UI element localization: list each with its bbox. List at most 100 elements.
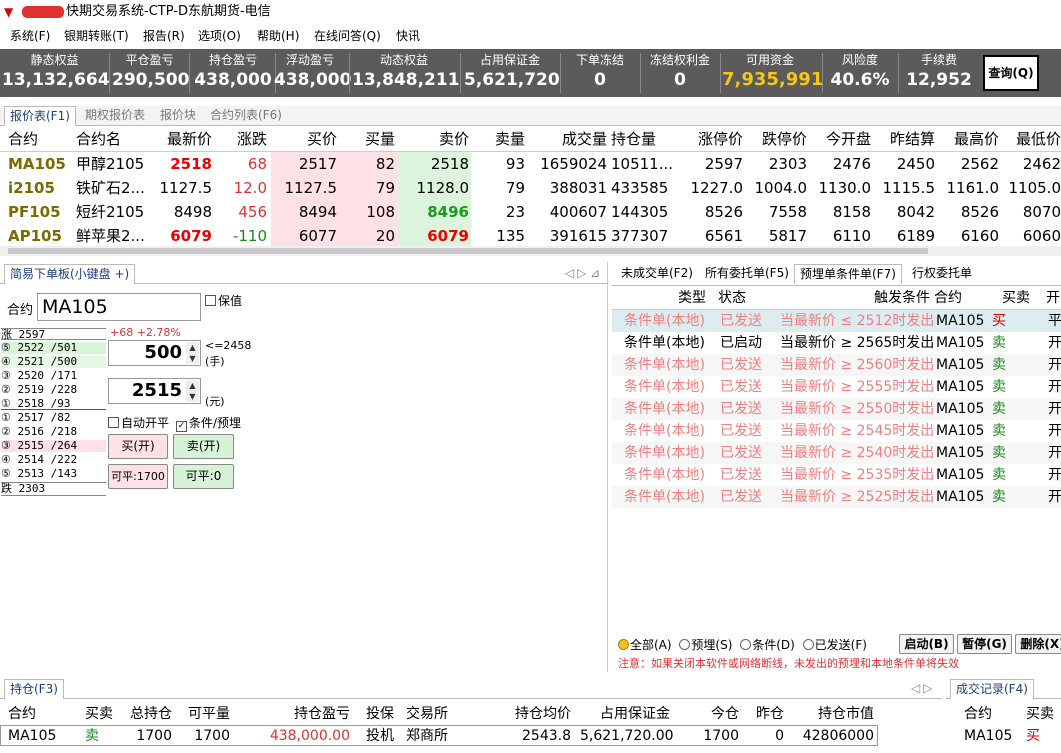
ask-level-5[interactable]: ⑤ 2522 /501 <box>1 342 106 354</box>
quantity-stepper[interactable]: ▲ ▼ <box>186 342 199 364</box>
quote-cell-askvol[interactable]: 23 <box>473 200 525 224</box>
quote-cell-oi[interactable]: 144305 <box>611 200 681 224</box>
quote-cell-name[interactable]: 铁矿石2... <box>76 176 152 200</box>
positions-header-side[interactable]: 买卖 <box>85 703 115 725</box>
quote-cell-low[interactable]: 1105.0 <box>1003 176 1061 200</box>
query-button[interactable]: 查询(Q) <box>983 55 1039 91</box>
close-sell-button[interactable]: 可平:0 <box>173 464 234 489</box>
filter-sent-radio[interactable]: 已发送(F) <box>802 638 867 652</box>
quote-cell-limitup[interactable]: 1227.0 <box>687 176 744 200</box>
positions-header-hedge[interactable]: 投保 <box>366 703 396 725</box>
quote-header-open[interactable]: 今开盘 <box>811 128 871 150</box>
quote-cell-presettle[interactable]: 6189 <box>875 224 935 248</box>
quote-cell-open[interactable]: 2476 <box>811 152 871 176</box>
quote-cell-change[interactable]: 456 <box>215 200 267 224</box>
collapse-icon[interactable]: ⊿ <box>585 264 605 284</box>
quote-cell-volume[interactable]: 400607 <box>529 200 607 224</box>
tab-simple-order[interactable]: 简易下单板(小键盘 +) <box>4 264 136 284</box>
bid-level-3[interactable]: ③ 2515 /264 <box>1 440 106 452</box>
positions-header-exchange[interactable]: 交易所 <box>406 703 456 725</box>
hedge-checkbox[interactable]: 保值 <box>205 292 242 309</box>
quote-header-high[interactable]: 最高价 <box>939 128 999 150</box>
quote-cell-low[interactable]: 2462 <box>1003 152 1061 176</box>
cond-header-offset[interactable]: 开 <box>1046 287 1061 309</box>
positions-header-marketvalue[interactable]: 持仓市值 <box>790 703 874 725</box>
quote-cell-high[interactable]: 8526 <box>939 200 999 224</box>
positions-header-contract[interactable]: 合约 <box>8 703 58 725</box>
start-button[interactable]: 启动(B) <box>899 634 954 654</box>
quote-cell-bidvol[interactable]: 79 <box>341 176 395 200</box>
ask-level-4[interactable]: ④ 2521 /500 <box>1 356 106 368</box>
quote-cell-oi[interactable]: 10511... <box>611 152 681 176</box>
quote-cell-bid[interactable]: 1127.5 <box>271 176 338 200</box>
positions-header-pnl[interactable]: 持仓盈亏 <box>240 703 350 725</box>
quote-header-volume[interactable]: 成交量 <box>529 128 607 150</box>
price-stepper[interactable]: ▲ ▼ <box>186 380 199 402</box>
arrow-right-icon[interactable]: ▷ <box>918 679 937 699</box>
quote-header-low[interactable]: 最低价 <box>1003 128 1061 150</box>
quote-cell-last[interactable]: 8498 <box>154 200 212 224</box>
tab-all-orders[interactable]: 所有委托单(F5) <box>700 264 794 284</box>
delete-button[interactable]: 删除(X) <box>1015 634 1061 654</box>
buy-open-button[interactable]: 买(开) <box>108 434 168 459</box>
quote-cell-limitdown[interactable]: 2303 <box>747 152 807 176</box>
quote-cell-last[interactable]: 1127.5 <box>154 176 213 200</box>
quote-cell-volume[interactable]: 388031 <box>529 176 607 200</box>
quote-cell-limitdown[interactable]: 1004.0 <box>747 176 808 200</box>
quote-cell-open[interactable]: 1130.0 <box>811 176 872 200</box>
tab-preset-conditional[interactable]: 预埋单条件单(F7) <box>794 264 902 284</box>
quote-cell-name[interactable]: 甲醇2105 <box>76 152 152 176</box>
quote-cell-oi[interactable]: 433585 <box>611 176 681 200</box>
quote-cell-ask[interactable]: 6079 <box>399 224 469 248</box>
filter-preset-radio[interactable]: 预埋(S) <box>679 638 732 652</box>
positions-header-today[interactable]: 今仓 <box>680 703 739 725</box>
quote-header-oi[interactable]: 持仓量 <box>611 128 681 150</box>
quote-header-bid[interactable]: 买价 <box>271 128 337 150</box>
tab-unfilled-orders[interactable]: 未成交单(F2) <box>616 264 698 284</box>
quote-cell-askvol[interactable]: 135 <box>473 224 525 248</box>
cond-header-side[interactable]: 买卖 <box>990 287 1030 309</box>
quote-cell-high[interactable]: 6160 <box>939 224 999 248</box>
quote-cell-limitdown[interactable]: 5817 <box>747 224 807 248</box>
cond-header-status[interactable]: 状态 <box>718 287 764 309</box>
quote-cell-limitup[interactable]: 8526 <box>687 200 743 224</box>
quote-cell-bid[interactable]: 8494 <box>271 200 337 224</box>
quote-cell-oi[interactable]: 377307 <box>611 224 681 248</box>
quote-header-ask[interactable]: 卖价 <box>399 128 469 150</box>
quote-cell-ask[interactable]: 1128.0 <box>399 176 470 200</box>
close-buy-button[interactable]: 可平:1700 <box>108 464 168 489</box>
menu-help[interactable]: 帮助(H) <box>257 25 299 47</box>
bid-level-5[interactable]: ⑤ 2513 /143 <box>1 468 106 480</box>
positions-header-yesterday[interactable]: 昨仓 <box>750 703 784 725</box>
quote-cell-bid[interactable]: 6077 <box>271 224 337 248</box>
quote-cell-limitup[interactable]: 2597 <box>687 152 743 176</box>
quote-cell-open[interactable]: 6110 <box>811 224 871 248</box>
sell-open-button[interactable]: 卖(开) <box>173 434 234 459</box>
ask-level-3[interactable]: ③ 2520 /171 <box>1 370 106 382</box>
contract-input[interactable]: MA105 <box>37 293 201 321</box>
quote-header-limitdown[interactable]: 跌停价 <box>747 128 807 150</box>
ask-level-2[interactable]: ② 2519 /228 <box>1 384 106 396</box>
quote-cell-contract[interactable]: i2105 <box>8 176 68 200</box>
quote-cell-bidvol[interactable]: 82 <box>341 152 395 176</box>
bid-level-2[interactable]: ② 2516 /218 <box>1 426 106 438</box>
pause-button[interactable]: 暂停(G) <box>957 634 1012 654</box>
quote-cell-high[interactable]: 2562 <box>939 152 999 176</box>
bid-level-1[interactable]: ① 2517 /82 <box>1 412 106 424</box>
positions-header-avgprice[interactable]: 持仓均价 <box>470 703 571 725</box>
quote-cell-low[interactable]: 8070 <box>1003 200 1061 224</box>
menu-report[interactable]: 报告(R) <box>143 25 185 47</box>
bid-level-4[interactable]: ④ 2514 /222 <box>1 454 106 466</box>
quote-cell-change[interactable]: -110 <box>215 224 267 248</box>
quote-header-change[interactable]: 涨跌 <box>215 128 267 150</box>
positions-header-margin[interactable]: 占用保证金 <box>580 703 670 725</box>
filter-condition-radio[interactable]: 条件(D) <box>740 638 795 652</box>
quote-cell-askvol[interactable]: 93 <box>473 152 525 176</box>
tab-trades[interactable]: 成交记录(F4) <box>950 679 1034 699</box>
quote-cell-presettle[interactable]: 8042 <box>875 200 935 224</box>
menu-options[interactable]: 选项(O) <box>198 25 241 47</box>
tab-exercise-orders[interactable]: 行权委托单 <box>907 264 977 284</box>
quote-header-last[interactable]: 最新价 <box>154 128 212 150</box>
quote-cell-ask[interactable]: 2518 <box>399 152 469 176</box>
quote-cell-last[interactable]: 6079 <box>154 224 212 248</box>
